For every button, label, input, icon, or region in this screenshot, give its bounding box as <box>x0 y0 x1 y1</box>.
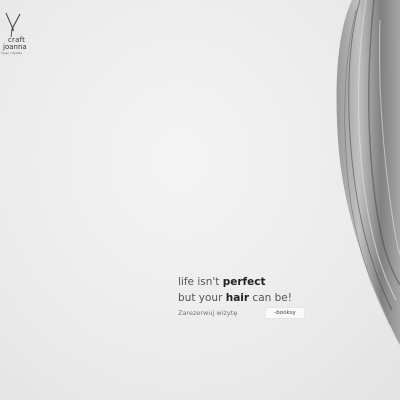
scissors-logo-icon <box>5 12 21 38</box>
hero-tagline: life isn't perfect but your hair can be! <box>178 274 292 306</box>
brand-logo[interactable]: craft joanna fryzjer / stylistka <box>0 12 34 60</box>
booksy-button[interactable]: -booksy <box>265 307 305 319</box>
hero-line2-text: but your <box>178 292 226 304</box>
model-hair-image <box>336 0 400 345</box>
hero-line1-emphasis: perfect <box>222 276 266 288</box>
hero-line2-emphasis: hair <box>225 292 250 304</box>
brand-name-line2: joanna <box>3 43 27 51</box>
reserve-label: Zarezerwuj wizytę <box>178 309 238 317</box>
brand-tagline: fryzjer / stylistka <box>1 52 22 55</box>
hero-line2-tail: can be! <box>249 292 292 304</box>
hero-line-1: life isn't perfect <box>178 274 292 290</box>
hero-line1-text: life isn't <box>178 276 223 288</box>
hero-line-2: but your hair can be! <box>178 290 292 306</box>
booking-row: Zarezerwuj wizytę -booksy <box>178 307 305 319</box>
